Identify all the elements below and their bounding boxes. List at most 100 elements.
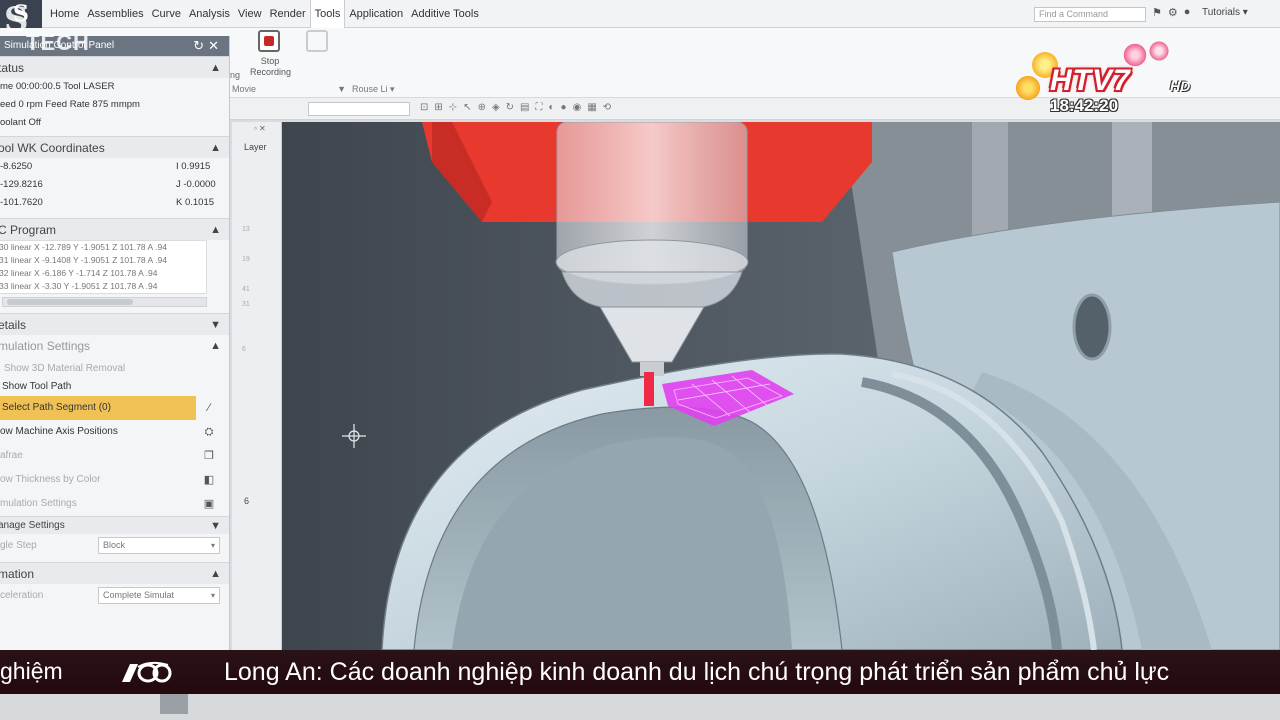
chevron-down-icon: ▾ [210,591,215,600]
layer-item[interactable]: 31 [242,297,250,312]
option-machine-axis[interactable]: ow Machine Axis Positions ⛭ [0,420,229,444]
tutorials-menu[interactable]: Tutorials ▾ [1202,7,1248,18]
dropdown-value: Complete Simulat [103,590,175,600]
tab-additive-tools[interactable]: Additive Tools [407,0,483,28]
axis-icon[interactable]: ⛭ [200,424,218,440]
tab-view[interactable]: View [234,0,266,28]
details-section-header[interactable]: etails ▼ [0,313,229,335]
tab-home[interactable]: Home [46,0,83,28]
panel-title: Simulation Control Panel [4,40,115,51]
status-row: eed 0 rpm Feed Rate 875 mmpm [0,99,140,110]
zoom-icon[interactable]: ⊕ [478,102,486,113]
shade-icon[interactable]: ● [561,102,567,113]
animation-section-header[interactable]: mation ▲ [0,562,229,584]
layer-item[interactable]: 19 [242,252,250,267]
option-wireframe[interactable]: afrae ❐ [0,444,229,468]
coord-right: J -0.0000 [176,179,216,190]
hd-badge: HD [1170,78,1191,94]
ticker-headline: Long An: Các doanh nghiệp kinh doanh du … [224,658,1170,686]
layer-item[interactable] [242,312,250,327]
scrollbar-thumb[interactable] [7,299,133,305]
movie-group[interactable]: Movie ▼ [232,84,346,94]
close-icon[interactable]: ✕ [208,38,223,53]
status-row: oolant Off [0,117,42,128]
gear-icon[interactable]: ⚙ [1168,6,1178,19]
option-label: Select Path Segment (0) [2,402,111,413]
section-title: anage Settings [0,520,65,531]
point-icon[interactable]: ⊹ [449,102,457,113]
layer-item[interactable]: 6 [242,342,250,357]
section-title: tatus [0,61,25,75]
grid-icon[interactable]: ▤ [520,102,529,113]
option-thickness-color[interactable]: ow Thickness by Color ◧ [0,468,229,492]
sim-settings-section-header[interactable]: mulation Settings ▲ [0,335,229,357]
station-logo: HTV7 HD 18:42:20 [1010,40,1210,118]
rouse-label: Rouse Li [352,84,388,94]
tab-tools[interactable]: Tools [309,0,346,28]
layer-item[interactable]: 13 [242,222,250,237]
3d-viewport[interactable] [282,122,1280,650]
curve-icon[interactable]: ↖ [463,102,471,113]
animation-mode-dropdown[interactable]: Complete Simulat ▾ [98,587,220,604]
flag-icon[interactable]: ⚑ [1152,6,1162,19]
top-icons: ⚑ ⚙ ● [1152,6,1190,19]
laser-beam [644,372,654,406]
movie-label: Movie [232,84,257,94]
flower-icon [1148,40,1170,62]
layer-item[interactable] [242,267,250,282]
status-section-header[interactable]: tatus ▲ [0,56,229,78]
nc-program-list[interactable]: 30 linear X -12.789 Y -1.9051 Z 101.78 A… [0,240,207,294]
ticker-logo-icon [122,661,172,683]
fit-icon[interactable]: ⛶ [536,102,543,113]
program-section-header[interactable]: C Program ▲ [0,218,229,240]
program-line[interactable]: 30 linear X -12.789 Y -1.9051 Z 101.78 A… [0,241,206,254]
stop-recording-button[interactable] [258,30,280,52]
simulation-control-panel: Simulation Control Panel ↻✕ tatus ▲ me 0… [0,36,230,650]
coord-right: K 0.1015 [176,197,215,208]
rotate-icon[interactable]: ↻ [506,102,514,113]
option-select-path-segment[interactable]: Select Path Segment (0) ∕ [0,396,218,420]
manage-section-header[interactable]: anage Settings ▼ [0,516,229,534]
help-icon[interactable]: ● [1184,6,1191,19]
layer-header: Layer [244,142,267,152]
step-mode-dropdown[interactable]: Block ▾ [98,537,220,554]
orient-icon[interactable]: ⟲ [603,102,611,113]
tab-assemblies[interactable]: Assemblies [83,0,147,28]
layer-panel-controls[interactable]: ▫ ✕ [254,124,266,133]
panel-title-bar: Simulation Control Panel ↻✕ [0,36,229,56]
command-search-input[interactable]: Find a Command [1034,7,1146,22]
program-line[interactable]: 33 linear X -3.30 Y -1.9051 Z 101.78 A .… [0,280,206,293]
render-icon[interactable]: ◐ [549,102,555,113]
selection-filter-dropdown[interactable] [308,102,410,116]
tab-curve[interactable]: Curve [148,0,185,28]
select-icon[interactable]: ⊡ [420,102,428,113]
chevron-down-icon: ▼ [210,520,221,532]
visibility-icon[interactable]: ◉ [573,102,582,113]
coords-section-header[interactable]: ool WK Coordinates ▲ [0,136,229,158]
settings-icon: ▣ [203,498,215,510]
refresh-icon[interactable]: ↻ [193,38,208,53]
coord-row: -129.8216 J -0.0000 [0,176,229,194]
option-sim-settings[interactable]: mulation Settings ▣ [0,492,229,516]
chevron-down-icon: ▼ [337,84,346,94]
program-line[interactable]: 31 linear X -9.1408 Y -1.9051 Z 101.78 A… [0,254,206,267]
layer-item[interactable] [242,327,250,342]
horizontal-scrollbar[interactable] [2,297,207,307]
chevron-up-icon: ▲ [210,142,221,154]
layers-icon[interactable]: ▦ [587,102,596,113]
cube-icon[interactable]: ◈ [492,102,500,113]
tab-application[interactable]: Application [345,0,407,28]
program-line[interactable]: 32 linear X -6.186 Y -1.714 Z 101.78 A .… [0,267,206,280]
rouse-group[interactable]: Rouse Li ▾ [352,84,395,95]
tab-analysis[interactable]: Analysis [185,0,234,28]
disabled-record-button [306,30,328,52]
section-title: C Program [0,223,57,237]
ticker-prev-text: ghiệm [0,658,63,684]
layer-item[interactable] [242,237,250,252]
snap-icon[interactable]: ⊞ [434,102,442,113]
layer-item[interactable]: 41 [242,282,250,297]
pencil-icon[interactable]: ∕ [200,400,218,416]
tab-render[interactable]: Render [266,0,310,28]
news-ticker: ghiệm Long An: Các doanh nghiệp kinh doa… [0,650,1280,694]
app-logo[interactable]: S [0,0,42,28]
